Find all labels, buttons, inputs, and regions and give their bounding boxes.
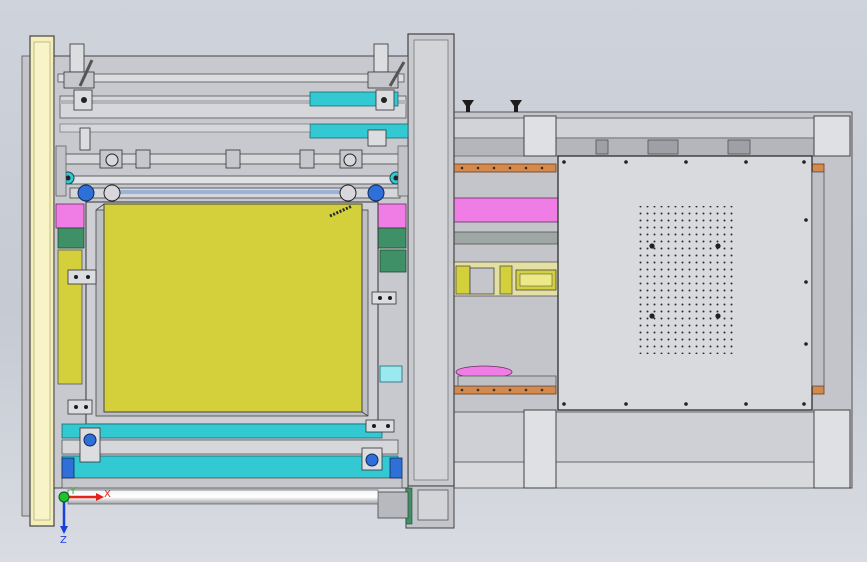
post-top-right	[813, 115, 851, 157]
cad-viewport[interactable]: X Y Z	[0, 0, 867, 562]
magenta-strip	[451, 197, 559, 223]
cyan-bar-bottom	[61, 423, 383, 439]
triad-x-label: X	[104, 489, 111, 500]
hole-grid	[638, 206, 736, 354]
triad-z-label: Z	[60, 535, 67, 546]
rail-top	[451, 163, 557, 173]
post-bottom-left	[523, 409, 557, 489]
rail-bottom	[451, 385, 557, 395]
magenta-corner-left	[55, 203, 85, 229]
cyan-bar-top-2	[309, 123, 409, 139]
post-top-left	[523, 115, 557, 157]
triad-y-label: Y	[69, 486, 77, 497]
assembly-drawing[interactable]: X Y Z	[0, 0, 867, 562]
main-frame	[53, 43, 409, 489]
cyan-bar-base	[61, 455, 399, 479]
knob-icon	[462, 100, 522, 112]
post-bottom-right	[813, 409, 851, 489]
left-guide	[21, 35, 55, 527]
conveyor-section	[451, 100, 853, 489]
linear-rod	[67, 489, 379, 505]
magenta-corner-right	[377, 203, 407, 229]
yellow-panel	[103, 203, 363, 413]
